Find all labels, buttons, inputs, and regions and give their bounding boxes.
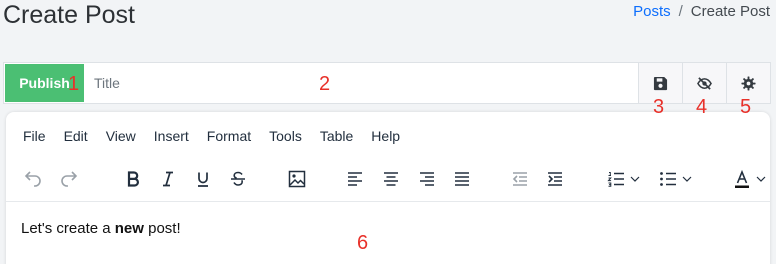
bullet-list-button[interactable]	[652, 164, 698, 194]
annotation-marker-6: 6	[357, 232, 369, 254]
insert-image-button[interactable]	[284, 164, 310, 194]
annotation-marker-1: 1	[68, 73, 80, 95]
toolbar-divider	[6, 201, 770, 202]
gear-icon	[741, 75, 756, 91]
editor-toolbar	[20, 164, 770, 194]
outdent-icon	[512, 172, 527, 186]
eye-slash-icon	[697, 76, 712, 90]
italic-button[interactable]	[155, 164, 181, 194]
menu-edit[interactable]: Edit	[55, 127, 97, 145]
redo-icon	[61, 171, 78, 187]
image-icon	[288, 170, 306, 188]
numbered-list-icon	[607, 172, 624, 187]
justify-button[interactable]	[449, 164, 475, 194]
annotation-marker-4: 4	[696, 96, 708, 118]
align-center-icon	[384, 172, 398, 186]
indent-button[interactable]	[542, 164, 568, 194]
strikethrough-button[interactable]	[225, 164, 251, 194]
bullet-list-icon	[660, 172, 676, 186]
breadcrumb-current: Create Post	[690, 3, 770, 20]
editor-content[interactable]: Let's create a new post!	[21, 220, 181, 238]
breadcrumb: Posts / Create Post	[633, 3, 770, 21]
editor-menubar: File Edit View Insert Format Tools Table…	[14, 127, 409, 145]
chevron-down-icon	[630, 176, 640, 182]
chevron-down-icon	[756, 176, 766, 182]
menu-tools[interactable]: Tools	[260, 127, 311, 145]
content-bold-text: new	[114, 220, 144, 237]
annotation-marker-3: 3	[653, 96, 665, 118]
content-text-end: post!	[143, 220, 181, 237]
align-left-icon	[348, 172, 362, 186]
chevron-down-icon	[682, 176, 692, 182]
menu-file[interactable]: File	[14, 127, 55, 145]
rich-text-editor: File Edit View Insert Format Tools Table…	[6, 112, 770, 264]
outdent-button[interactable]	[507, 164, 533, 194]
justify-icon	[455, 172, 469, 186]
menu-table[interactable]: Table	[311, 127, 362, 145]
underline-icon	[198, 172, 208, 187]
underline-button[interactable]	[190, 164, 216, 194]
floppy-disk-icon	[653, 76, 668, 90]
menu-format[interactable]: Format	[198, 127, 260, 145]
undo-icon	[24, 171, 41, 187]
undo-button[interactable]	[20, 164, 46, 194]
breadcrumb-posts-link[interactable]: Posts	[633, 3, 671, 21]
italic-icon	[163, 171, 173, 187]
page-title: Create Post	[3, 1, 136, 29]
annotation-marker-2: 2	[319, 73, 331, 95]
indent-icon	[548, 172, 562, 186]
menu-view[interactable]: View	[97, 127, 145, 145]
menu-help[interactable]: Help	[362, 127, 409, 145]
strikethrough-icon	[231, 171, 245, 186]
align-right-icon	[420, 172, 434, 186]
text-color-button[interactable]	[726, 164, 772, 194]
annotation-marker-5: 5	[740, 96, 752, 118]
align-right-button[interactable]	[414, 164, 440, 194]
bold-button[interactable]	[120, 164, 146, 194]
breadcrumb-separator: /	[678, 3, 683, 20]
align-left-button[interactable]	[342, 164, 368, 194]
text-color-icon	[735, 169, 749, 188]
align-center-button[interactable]	[378, 164, 404, 194]
numbered-list-button[interactable]	[600, 164, 646, 194]
menu-insert[interactable]: Insert	[145, 127, 198, 145]
title-input[interactable]	[84, 63, 638, 103]
content-text-start: Let's create a	[21, 220, 115, 237]
bold-icon	[127, 171, 139, 187]
redo-button[interactable]	[56, 164, 82, 194]
